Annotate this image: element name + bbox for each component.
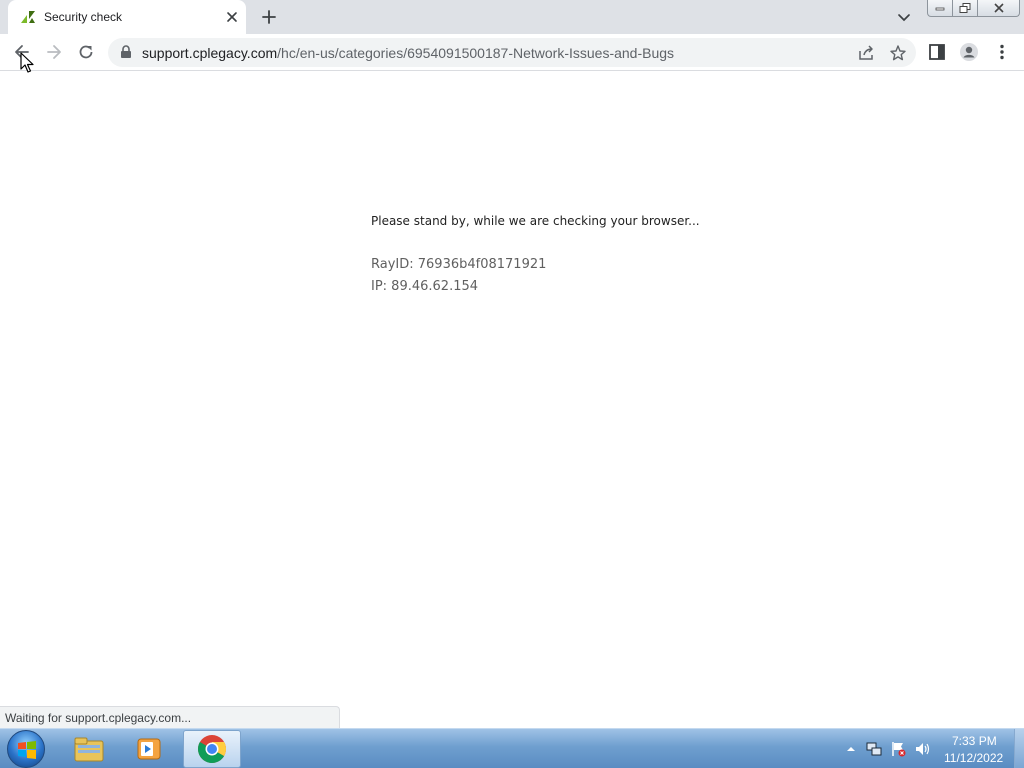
taskbar-chrome-button[interactable] [183, 730, 241, 768]
network-icon[interactable] [866, 741, 882, 757]
minimize-button[interactable] [927, 0, 953, 17]
restore-button[interactable] [953, 0, 978, 17]
status-text: Waiting for support.cplegacy.com... [5, 711, 192, 725]
taskbar-explorer-button[interactable] [60, 730, 118, 768]
lock-icon[interactable] [120, 45, 132, 59]
ip-address-text: IP: 89.46.62.154 [371, 279, 479, 294]
folder-icon [74, 737, 104, 762]
profile-avatar-icon[interactable] [959, 42, 979, 62]
ray-id-text: RayID: 76936b4f08171921 [371, 257, 547, 272]
windows-taskbar: 7:33 PM 11/12/2022 [0, 728, 1024, 768]
show-desktop-button[interactable] [1014, 729, 1024, 768]
tab-title: Security check [44, 10, 123, 24]
media-player-icon [137, 738, 161, 760]
show-hidden-icons-icon[interactable] [845, 743, 857, 755]
chrome-icon [198, 735, 226, 763]
tab-security-check[interactable]: Security check [8, 0, 246, 34]
browser-tab-strip: Security check [0, 0, 1024, 34]
forward-arrow-icon[interactable] [44, 42, 64, 62]
windows-logo-icon [18, 741, 36, 759]
url-host: support.cplegacy.com [142, 45, 278, 61]
url-text[interactable]: support.cplegacy.com/hc/en-us/categories… [142, 45, 674, 61]
action-center-flag-icon[interactable] [890, 741, 906, 757]
restore-icon [959, 3, 971, 13]
loading-status-bubble: Waiting for support.cplegacy.com... [0, 706, 340, 728]
menu-kebab-icon[interactable] [992, 42, 1012, 62]
reload-icon[interactable] [76, 42, 96, 62]
share-icon[interactable] [857, 44, 875, 62]
start-button[interactable] [7, 730, 45, 768]
desktop-screen: Security check support.cplegacy.com/hc/e… [0, 0, 1024, 768]
bookmark-star-icon[interactable] [889, 44, 907, 62]
close-window-button[interactable] [978, 0, 1020, 17]
volume-speaker-icon[interactable] [915, 741, 931, 757]
clock-date[interactable]: 11/12/2022 [944, 751, 1003, 765]
page-content: Please stand by, while we are checking y… [0, 71, 1024, 728]
minimize-icon [935, 7, 945, 11]
zendesk-favicon-icon [21, 11, 35, 23]
taskbar-media-player-button[interactable] [120, 730, 178, 768]
address-bar[interactable]: support.cplegacy.com/hc/en-us/categories… [108, 38, 916, 67]
close-tab-icon[interactable] [224, 9, 240, 25]
browser-toolbar: support.cplegacy.com/hc/en-us/categories… [0, 34, 1024, 71]
tab-search-chevron-icon[interactable] [896, 9, 912, 25]
close-window-icon [993, 3, 1004, 13]
side-panel-icon[interactable] [927, 42, 947, 62]
url-path: /hc/en-us/categories/6954091500187-Netwo… [277, 45, 675, 61]
new-tab-icon[interactable] [260, 8, 278, 26]
standby-message: Please stand by, while we are checking y… [371, 214, 700, 228]
mouse-cursor-icon [20, 52, 34, 73]
clock-time[interactable]: 7:33 PM [952, 734, 997, 748]
